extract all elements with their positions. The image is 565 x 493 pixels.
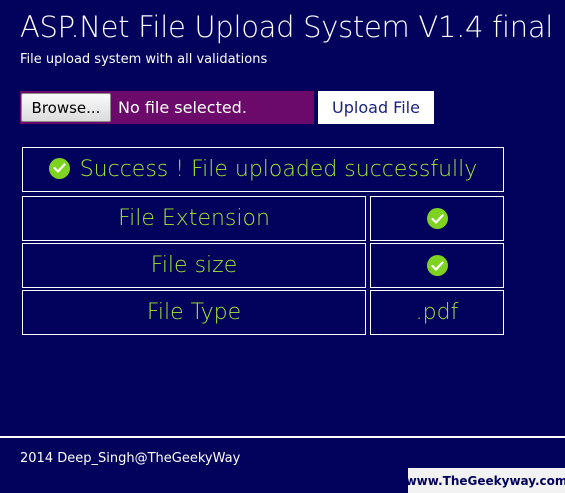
file-status-text: No file selected. [118,98,247,117]
file-extension-label-cell: File Extension [22,196,366,241]
check-circle-icon [426,255,448,276]
site-watermark: www.TheGeekyway.com [406,468,565,493]
success-message-cell: Success ! File uploaded successfully [22,147,504,192]
file-type-value-cell: .pdf [370,290,504,335]
file-input[interactable]: Browse... No file selected. [20,91,314,124]
page-subtitle: File upload system with all validations [20,52,268,67]
check-circle-icon [426,208,448,229]
footer-divider [0,436,565,438]
success-message-text: Success ! File uploaded successfully [79,157,478,182]
file-size-status-cell [370,243,504,288]
check-circle-icon [48,157,70,179]
file-extension-status-cell [370,196,504,241]
footer-copyright: 2014 Deep_Singh@TheGeekyWay [20,451,241,466]
file-size-label-cell: File size [22,243,366,288]
file-size-label: File size [150,253,238,278]
browse-button[interactable]: Browse... [21,93,111,122]
file-type-value: .pdf [415,300,459,325]
file-type-label-cell: File Type [22,290,366,335]
page-title: ASP.Net File Upload System V1.4 final [20,10,554,44]
upload-file-button[interactable]: Upload File [318,91,434,124]
file-type-label: File Type [146,300,242,325]
file-extension-label: File Extension [118,206,270,231]
